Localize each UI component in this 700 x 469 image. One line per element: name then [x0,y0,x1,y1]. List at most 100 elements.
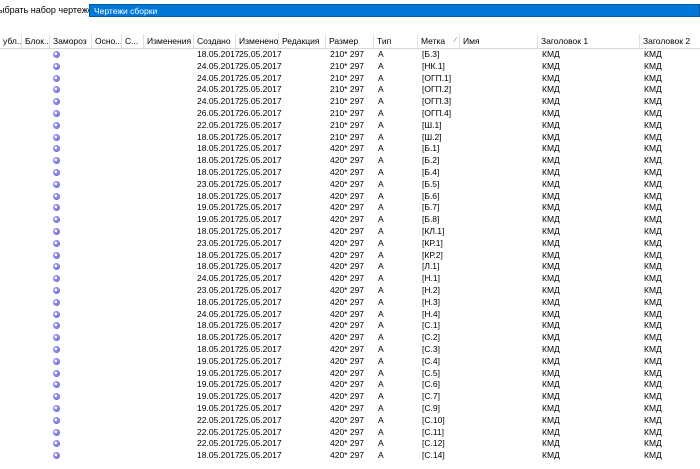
table-row[interactable]: 24.05.2017 25.05.2017 420* 297 A [Н.4] КМД КМД [0,309,700,321]
type-cell: A [378,131,384,142]
sun-freeze-icon[interactable] [53,216,60,224]
table-row[interactable]: 19.05.2017 25.05.2017 420* 297 A [С.9] КМД КМД [0,403,700,415]
table-row[interactable]: 24.05.2017 25.05.2017 420* 297 A [Н.1] КМД КМД [0,273,700,285]
sun-freeze-icon[interactable] [53,227,60,235]
sun-freeze-icon[interactable] [53,180,60,188]
sun-freeze-icon[interactable] [53,145,60,153]
sun-freeze-icon[interactable] [53,62,60,70]
sun-freeze-icon[interactable] [53,109,60,117]
sun-freeze-icon[interactable] [53,393,60,401]
title-1-cell: КМД [542,49,560,59]
table-row[interactable]: 23.05.2017 25.05.2017 420* 297 A [КР.1] КМД КМ… [0,238,700,250]
table-row[interactable]: 18.05.2017 25.05.2017 420* 297 A [Л.1] КМД КМД [0,261,700,273]
column-header-size[interactable]: Размер [326,34,374,48]
title-1-cell: КМД [542,178,560,189]
type-cell: A [378,60,384,71]
column-header-base[interactable]: Осно... [92,34,122,48]
table-row[interactable]: 19.05.2017 25.05.2017 420* 297 A [Б.7] КМД КМД [0,202,700,214]
column-header-title-2[interactable]: Заголовок 2 [640,34,700,48]
size-cell: 420* 297 [330,214,365,225]
table-row[interactable]: 24.05.2017 25.05.2017 210* 297 A [ОГП.3] КМД К… [0,96,700,108]
sun-freeze-icon[interactable] [53,74,60,82]
sun-freeze-icon[interactable] [53,298,60,306]
column-header-type[interactable]: Тип [374,34,418,48]
sun-freeze-icon[interactable] [53,404,60,412]
table-row[interactable]: 18.05.2017 25.05.2017 420* 297 A [Б.4] КМД КМД [0,167,700,179]
table-row[interactable]: 26.05.2017 26.05.2017 210* 297 A [ОГП.4] КМД К… [0,108,700,120]
sun-freeze-icon[interactable] [53,452,60,460]
sun-freeze-icon[interactable] [53,345,60,353]
sun-freeze-icon[interactable] [53,322,60,330]
table-row[interactable]: 22.05.2017 25.05.2017 210* 297 A [Ш.1] КМД КМД [0,120,700,132]
size-cell: 420* 297 [330,284,365,295]
sun-freeze-icon[interactable] [53,204,60,212]
sheet-set-combobox[interactable]: Чертежи сборки [89,4,700,17]
table-row[interactable]: 24.05.2017 25.05.2017 210* 297 A [НК.1] КМД КМ… [0,61,700,73]
table-row[interactable]: 23.05.2017 25.05.2017 420* 297 A [Б.5] КМД КМД [0,179,700,191]
table-row[interactable]: 19.05.2017 25.05.2017 420* 297 A [С.4] КМД КМД [0,356,700,368]
column-header-created[interactable]: Создано [194,34,236,48]
sun-freeze-icon[interactable] [53,357,60,365]
sun-freeze-icon[interactable] [53,133,60,141]
column-header-unlocked[interactable]: убл... [0,34,22,48]
table-row[interactable]: 18.05.2017 25.05.2017 210* 297 A [Ш.2] КМД КМД [0,132,700,144]
sun-freeze-icon[interactable] [53,168,60,176]
sun-freeze-icon[interactable] [53,192,60,200]
column-header-title-1[interactable]: Заголовок 1 [538,34,640,48]
sun-freeze-icon[interactable] [53,310,60,318]
column-header-name[interactable]: Имя [460,34,538,48]
mark-cell: [Б.2] [422,155,440,166]
sun-freeze-icon[interactable] [53,51,60,58]
table-row[interactable]: 18.05.2017 25.05.2017 420* 297 A [С.2] КМД КМД [0,332,700,344]
size-cell: 420* 297 [330,178,365,189]
mark-cell: [Н.1] [422,273,440,284]
table-row[interactable]: 22.05.2017 25.05.2017 420* 297 A [С.12] КМД КМ… [0,438,700,450]
sun-freeze-icon[interactable] [53,157,60,165]
sun-freeze-icon[interactable] [53,416,60,424]
column-header-revision[interactable]: Редакция [279,34,326,48]
table-row[interactable]: 24.05.2017 25.05.2017 210* 297 A [ОГП.1] КМД К… [0,73,700,85]
table-row[interactable]: 18.05.2017 25.05.2017 420* 297 A [КР.2] КМД КМ… [0,250,700,262]
sun-freeze-icon[interactable] [53,369,60,377]
column-header-s[interactable]: С... [122,34,144,48]
column-header-modified[interactable]: Изменено [236,34,279,48]
title-1-cell: КМД [542,155,560,166]
mark-cell: [Б.8] [422,214,440,225]
table-row[interactable]: 19.05.2017 25.05.2017 420* 297 A [Б.8] КМД КМД [0,214,700,226]
table-row[interactable]: 22.05.2017 25.05.2017 420* 297 A [С.10] КМД КМ… [0,415,700,427]
table-row[interactable]: 22.05.2017 25.05.2017 420* 297 A [С.11] КМД КМ… [0,427,700,439]
table-row[interactable]: 18.05.2017 25.05.2017 420* 297 A [С.3] КМД КМД [0,344,700,356]
sun-freeze-icon[interactable] [53,275,60,283]
sun-freeze-icon[interactable] [53,121,60,129]
table-row[interactable]: 18.05.2017 25.05.2017 420* 297 A [Б.1] КМД КМД [0,143,700,155]
title-2-cell: КМД [644,343,662,354]
sun-freeze-icon[interactable] [53,251,60,259]
table-row[interactable]: 18.05.2017 25.05.2017 420* 297 A [Б.2] КМД КМД [0,155,700,167]
sun-freeze-icon[interactable] [53,86,60,94]
sun-freeze-icon[interactable] [53,286,60,294]
title-1-cell: КМД [542,402,560,413]
column-header-mark[interactable]: Метка ∕ [418,34,460,48]
table-row[interactable]: 19.05.2017 25.05.2017 420* 297 A [С.6] КМД КМД [0,379,700,391]
column-header-freeze[interactable]: Замороз [50,34,92,48]
table-row[interactable]: 18.05.2017 25.05.2017 420* 297 A [Н.3] КМД КМД [0,297,700,309]
table-row[interactable]: 19.05.2017 25.05.2017 420* 297 A [С.7] КМД КМД [0,391,700,403]
table-row[interactable]: 19.05.2017 25.05.2017 420* 297 A [С.5] КМД КМД [0,368,700,380]
sun-freeze-icon[interactable] [53,334,60,342]
sun-freeze-icon[interactable] [53,428,60,436]
toolbar: ыбрать набор чертежей Чертежи сборки [0,0,700,34]
table-row[interactable]: 23.05.2017 25.05.2017 420* 297 A [Н.2] КМД КМД [0,285,700,297]
table-row[interactable]: 18.05.2017 25.05.2017 420* 297 A [С.14] КМД КМ… [0,450,700,462]
sun-freeze-icon[interactable] [53,381,60,389]
column-header-changes[interactable]: Изменения [144,34,194,48]
table-row[interactable]: 24.05.2017 25.05.2017 210* 297 A [ОГП.2] КМД К… [0,84,700,96]
table-row[interactable]: 18.05.2017 25.05.2017 420* 297 A [С.1] КМД КМД [0,320,700,332]
sun-freeze-icon[interactable] [53,239,60,247]
table-row[interactable]: 18.05.2017 25.05.2017 420* 297 A [КЛ.1] КМД КМ… [0,226,700,238]
table-row[interactable]: 18.05.2017 25.05.2017 210* 297 A [Б.3] КМД КМД [0,49,700,61]
sun-freeze-icon[interactable] [53,263,60,271]
column-header-lock[interactable]: Блок... [22,34,50,48]
table-row[interactable]: 18.05.2017 25.05.2017 420* 297 A [Б.6] КМД КМД [0,191,700,203]
sun-freeze-icon[interactable] [53,98,60,106]
sun-freeze-icon[interactable] [53,440,60,448]
